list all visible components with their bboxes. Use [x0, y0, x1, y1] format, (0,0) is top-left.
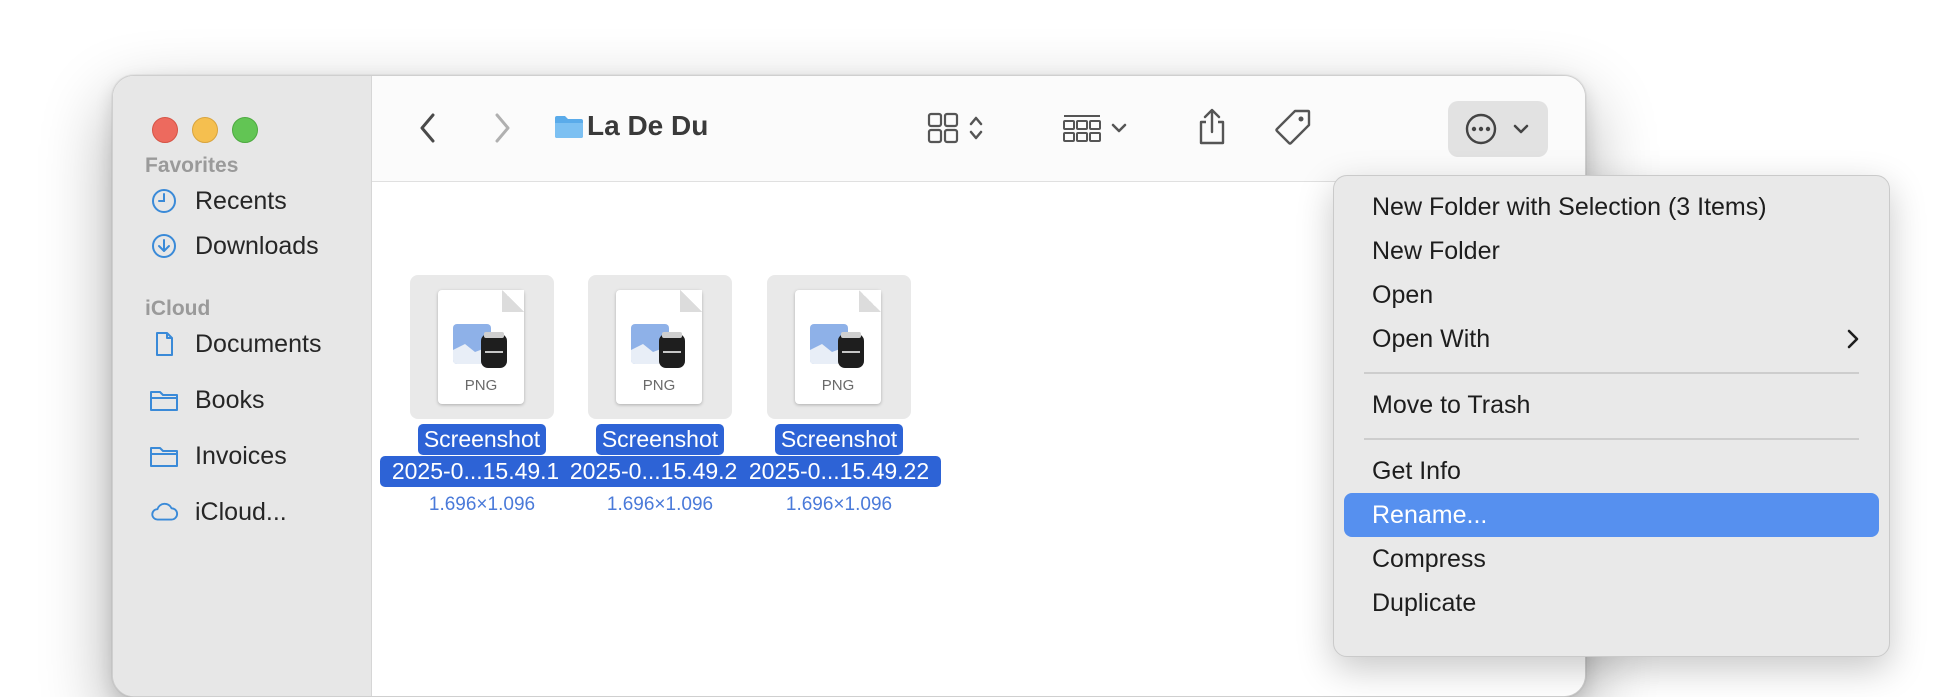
- menu-item-move-to-trash[interactable]: Move to Trash: [1344, 383, 1879, 427]
- sidebar-item-documents[interactable]: Documents: [149, 324, 321, 364]
- more-actions-button[interactable]: [1448, 101, 1548, 157]
- menu-item-get-info[interactable]: Get Info: [1344, 449, 1879, 493]
- sidebar-item-label: iCloud...: [195, 497, 287, 526]
- menu-item-open[interactable]: Open: [1344, 273, 1879, 317]
- file-thumbnail: PNG: [767, 275, 911, 419]
- file-extension-label: PNG: [642, 377, 676, 394]
- group-by-button[interactable]: [1055, 104, 1135, 152]
- file-name-line1: Screenshot: [729, 424, 949, 455]
- sidebar: Favorites Recents Downloads iCloud Docum…: [113, 76, 372, 696]
- zoom-window-button[interactable]: [232, 117, 258, 143]
- sidebar-item-invoices[interactable]: Invoices: [149, 436, 287, 476]
- tag-button[interactable]: [1268, 102, 1318, 152]
- chevron-updown-icon: [969, 116, 983, 140]
- file-dimensions: 1.696×1.096: [785, 494, 893, 515]
- menu-item-label: Open With: [1372, 324, 1491, 353]
- download-icon: [149, 231, 179, 261]
- window-title: La De Du: [587, 110, 709, 141]
- more-actions-menu: New Folder with Selection (3 Items) New …: [1333, 175, 1890, 657]
- menu-item-new-folder-with-selection[interactable]: New Folder with Selection (3 Items): [1344, 185, 1879, 229]
- sidebar-item-label: Documents: [195, 329, 322, 358]
- document-icon: [149, 329, 179, 359]
- menu-separator: [1364, 438, 1859, 440]
- menu-item-new-folder[interactable]: New Folder: [1344, 229, 1879, 273]
- view-mode-button[interactable]: [916, 104, 996, 152]
- tag-icon: [1275, 109, 1311, 145]
- folder-icon: [554, 112, 584, 142]
- png-document-icon: PNG: [795, 290, 881, 404]
- share-button[interactable]: [1187, 100, 1237, 154]
- sidebar-item-label: Recents: [195, 186, 287, 215]
- close-window-button[interactable]: [152, 117, 178, 143]
- file-extension-label: PNG: [464, 377, 498, 394]
- menu-item-rename[interactable]: Rename...: [1344, 493, 1879, 537]
- sidebar-section-favorites: Favorites: [145, 154, 239, 177]
- sidebar-item-downloads[interactable]: Downloads: [149, 226, 319, 266]
- menu-item-open-with[interactable]: Open With: [1344, 317, 1879, 361]
- ellipsis-circle-icon: [1465, 113, 1497, 145]
- chevron-left-icon: [420, 113, 435, 143]
- sidebar-item-label: Invoices: [195, 441, 287, 470]
- share-icon: [1199, 108, 1225, 145]
- menu-separator: [1364, 372, 1859, 374]
- minimize-window-button[interactable]: [192, 117, 218, 143]
- preview-app-icon: [453, 324, 507, 368]
- file-name-line2: 2025-0...15.49.22: [729, 456, 949, 487]
- folder-icon: [149, 441, 179, 471]
- sidebar-section-icloud: iCloud: [145, 297, 211, 320]
- sidebar-item-label: Downloads: [195, 231, 319, 260]
- chevron-down-icon: [1513, 124, 1529, 134]
- toolbar: La De Du: [372, 76, 1585, 182]
- group-icon: [1063, 115, 1101, 142]
- chevron-right-icon: [495, 113, 510, 143]
- file-thumbnail: PNG: [410, 275, 554, 419]
- file-extension-label: PNG: [821, 377, 855, 394]
- preview-app-icon: [810, 324, 864, 368]
- forward-button[interactable]: [482, 106, 522, 150]
- folder-icon: [149, 385, 179, 415]
- preview-app-icon: [631, 324, 685, 368]
- back-button[interactable]: [408, 106, 448, 150]
- clock-icon: [149, 186, 179, 216]
- sidebar-item-recents[interactable]: Recents: [149, 181, 287, 221]
- sidebar-item-icloud-drive[interactable]: iCloud...: [149, 492, 287, 532]
- menu-item-compress[interactable]: Compress: [1344, 537, 1879, 581]
- png-document-icon: PNG: [616, 290, 702, 404]
- file-thumbnail: PNG: [588, 275, 732, 419]
- sidebar-item-label: Books: [195, 385, 265, 414]
- sidebar-item-books[interactable]: Books: [149, 380, 264, 420]
- chevron-right-icon: [1847, 329, 1859, 349]
- grid-icon: [927, 112, 959, 144]
- menu-item-duplicate[interactable]: Duplicate: [1344, 581, 1879, 625]
- chevron-down-icon: [1111, 123, 1127, 133]
- png-document-icon: PNG: [438, 290, 524, 404]
- cloud-icon: [149, 497, 179, 527]
